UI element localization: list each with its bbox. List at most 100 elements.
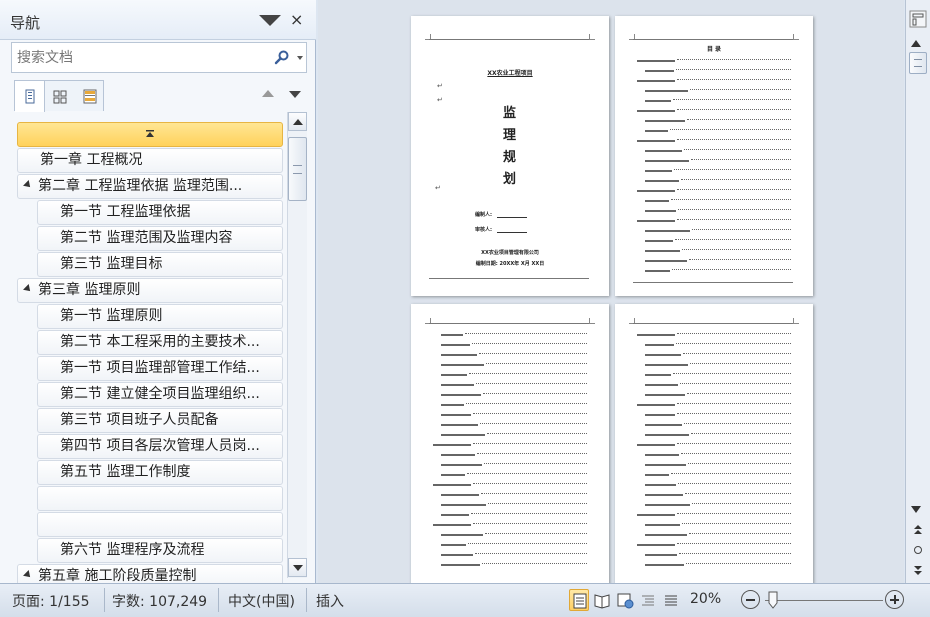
toc-entry-leader [476, 383, 587, 384]
heading-row[interactable]: 第五章 施工阶段质量控制 [17, 564, 283, 583]
draft-view-button[interactable] [661, 589, 681, 611]
page-footer-rule [429, 278, 589, 279]
document-area[interactable]: XX农业工程项目 ↵ ↵ 监 理 规 划 ↵ 编制人: 审核人: XX农业项目管… [318, 0, 904, 583]
heading-row[interactable]: 第三节 监理目标 [37, 252, 283, 277]
toc-entry-leader [677, 513, 791, 514]
toc-entry-leader [676, 69, 791, 70]
zoom-slider-thumb[interactable] [768, 591, 778, 609]
next-page-icon[interactable] [912, 564, 924, 576]
heading-row[interactable]: 第一章 工程概况 [17, 148, 283, 173]
heading-row[interactable]: 第一节 工程监理依据 [37, 200, 283, 225]
heading-row[interactable]: 第一节 监理原则 [37, 304, 283, 329]
insert-mode-status[interactable]: 插入 [316, 591, 344, 611]
toc-entry-leader [473, 413, 587, 414]
heading-row[interactable]: 第一节 项目监理部管理工作结... [37, 356, 283, 381]
scroll-up-arrow-icon[interactable] [288, 112, 307, 131]
heading-row[interactable]: 第二章 工程监理依据 监理范围... [17, 174, 283, 199]
toc-entry-leader [670, 129, 791, 130]
toc-entry-leader [692, 503, 791, 504]
tab-headings[interactable] [15, 81, 45, 112]
search-options-chevron-icon[interactable] [297, 56, 303, 60]
heading-row[interactable]: 第五节 监理工作制度 [37, 460, 283, 485]
status-bar: 页面: 1/155 字数: 107,249 中文(中国) 插入 20% [0, 583, 930, 617]
toc-entry-leader [684, 149, 791, 150]
collapse-all-heading-row[interactable] [17, 122, 283, 147]
heading-row[interactable]: 第二节 监理范围及监理内容 [37, 226, 283, 251]
heading-row[interactable]: 第六节 监理程序及流程 [37, 538, 283, 563]
heading-label: 第一章 工程概况 [40, 152, 143, 168]
cover-company: XX农业项目管理有限公司 [481, 250, 539, 256]
scroll-thumb[interactable] [288, 137, 307, 201]
toc-entry-label [645, 424, 682, 426]
scroll-down-arrow-icon[interactable] [911, 506, 921, 513]
toc-entry-leader [677, 403, 791, 404]
outline-view-button[interactable] [638, 589, 658, 611]
toc-entry-leader [692, 229, 791, 230]
scroll-thumb[interactable] [909, 52, 927, 74]
heading-row[interactable] [37, 486, 283, 511]
toc-entry-leader [677, 139, 791, 140]
page-header-rule [633, 323, 793, 324]
scroll-down-arrow-icon[interactable] [288, 558, 307, 577]
scroll-up-arrow-icon[interactable] [911, 40, 921, 47]
expand-triangle-icon[interactable] [23, 284, 33, 294]
pane-options-dropdown-icon[interactable] [259, 15, 281, 26]
cover-title-char: 划 [503, 172, 517, 187]
page-thumbnail-toc-3[interactable] [615, 304, 813, 583]
margin-corner [589, 318, 595, 324]
search-icon[interactable] [274, 49, 290, 65]
cover-project-name: XX农业工程项目 [487, 70, 533, 77]
next-heading-arrow-icon[interactable] [289, 91, 301, 98]
expand-triangle-icon[interactable] [23, 570, 33, 580]
search-box[interactable] [11, 42, 307, 73]
toc-entry-label [637, 190, 675, 192]
tab-search-results[interactable] [75, 81, 105, 112]
select-browse-object-icon[interactable] [914, 546, 922, 554]
heading-row[interactable]: 第四节 项目各层次管理人员岗... [37, 434, 283, 459]
toc-entry-label [645, 250, 680, 252]
page-thumbnail-toc-1[interactable]: 目 录 [615, 16, 813, 296]
zoom-slider-track[interactable] [765, 600, 883, 601]
page-number-status[interactable]: 页面: 1/155 [12, 591, 90, 611]
heading-row[interactable]: 第三节 项目班子人员配备 [37, 408, 283, 433]
language-status[interactable]: 中文(中国) [228, 591, 295, 611]
cover-title-char: 理 [503, 128, 517, 143]
search-document-input[interactable] [12, 43, 262, 72]
toc-entry-label [645, 524, 680, 526]
paragraph-mark: ↵ [435, 184, 441, 192]
word-count-status[interactable]: 字数: 107,249 [112, 591, 207, 611]
toc-entry-label [433, 484, 471, 486]
web-layout-button[interactable] [615, 589, 635, 611]
document-scrollbar[interactable] [905, 0, 930, 583]
heading-row[interactable]: 第三章 监理原则 [17, 278, 283, 303]
previous-heading-arrow-icon[interactable] [262, 90, 274, 97]
heading-row[interactable]: 第二节 建立健全项目监理组织... [37, 382, 283, 407]
tab-pages[interactable] [45, 81, 75, 112]
full-screen-reading-button[interactable] [592, 589, 612, 611]
margin-corner [589, 34, 595, 40]
zoom-level[interactable]: 20% [690, 591, 721, 607]
close-pane-button[interactable]: × [290, 10, 303, 29]
expand-triangle-icon[interactable] [23, 180, 33, 190]
zoom-in-icon[interactable] [885, 590, 904, 609]
toc-entry-label [441, 514, 469, 516]
page-thumbnail-toc-2[interactable] [411, 304, 609, 583]
toc-entry-label [645, 504, 690, 506]
toc-entry-label [645, 394, 685, 396]
toc-entry-label [637, 334, 675, 336]
heading-row[interactable]: 第二节 本工程采用的主要技术... [37, 330, 283, 355]
toc-entry-leader [485, 533, 587, 534]
previous-page-icon[interactable] [912, 524, 924, 536]
heading-label: 第六节 监理程序及流程 [60, 542, 205, 558]
page-thumbnail-cover[interactable]: XX农业工程项目 ↵ ↵ 监 理 规 划 ↵ 编制人: 审核人: XX农业项目管… [411, 16, 609, 296]
ruler-toggle-icon[interactable] [909, 10, 927, 28]
toc-entry-leader [481, 493, 587, 494]
zoom-out-icon[interactable] [741, 590, 760, 609]
toc-entry-label [441, 464, 482, 466]
toc-entry-label [645, 434, 689, 436]
heading-row[interactable] [37, 512, 283, 537]
heading-label: 第三章 监理原则 [38, 282, 141, 298]
print-layout-view-button[interactable] [569, 589, 589, 611]
navigation-scrollbar[interactable] [287, 112, 307, 578]
toc-entry-label [645, 100, 671, 102]
